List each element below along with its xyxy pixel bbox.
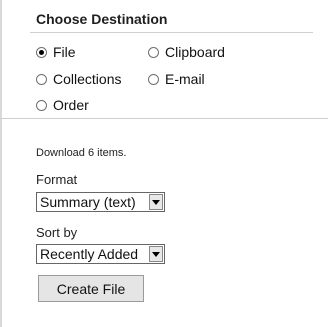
radio-option-file[interactable]: File	[36, 43, 76, 61]
dropdown-arrow-icon[interactable]	[149, 194, 163, 210]
format-select[interactable]: Summary (text)	[36, 192, 165, 212]
format-select-value: Summary (text)	[40, 194, 136, 210]
panel-border	[0, 0, 2, 327]
download-count-text: Download 6 items.	[36, 147, 127, 159]
radio-option-clipboard[interactable]: Clipboard	[148, 43, 225, 61]
radio-label-clipboard: Clipboard	[165, 44, 225, 60]
section-divider	[0, 118, 328, 119]
radio-button[interactable]	[148, 46, 159, 58]
format-label: Format	[36, 172, 78, 187]
radio-button[interactable]	[148, 73, 159, 85]
sort-select-value: Recently Added	[40, 246, 139, 262]
radio-label-order: Order	[53, 97, 89, 113]
destination-title: Choose Destination	[36, 11, 168, 27]
destination-divider	[30, 32, 313, 33]
dropdown-arrow-icon[interactable]	[149, 246, 163, 262]
radio-label-email: E-mail	[165, 71, 205, 87]
radio-option-email[interactable]: E-mail	[148, 70, 205, 88]
radio-option-collections[interactable]: Collections	[36, 70, 121, 88]
radio-option-order[interactable]: Order	[36, 96, 89, 114]
radio-label-file: File	[53, 44, 76, 60]
radio-label-collections: Collections	[53, 71, 122, 87]
radio-button[interactable]	[36, 99, 47, 111]
create-file-button[interactable]: Create File	[38, 275, 144, 302]
sort-label: Sort by	[36, 225, 78, 240]
sort-select[interactable]: Recently Added	[36, 244, 165, 264]
radio-button-checked[interactable]	[36, 46, 47, 58]
radio-button[interactable]	[36, 73, 47, 85]
